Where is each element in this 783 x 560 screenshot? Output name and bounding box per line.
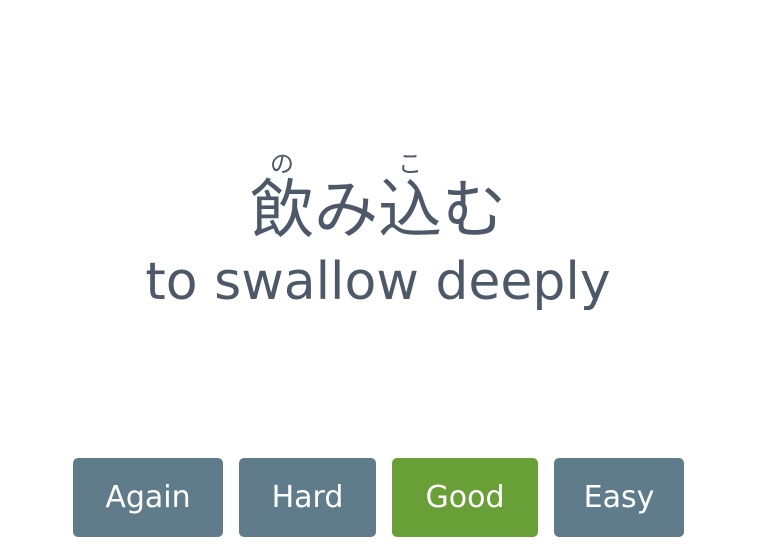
card-term: 飲のみ込こむ bbox=[0, 150, 756, 247]
card-meaning: to swallow deeply bbox=[145, 252, 611, 312]
furigana-2: こ bbox=[378, 150, 442, 178]
furigana-1: の bbox=[250, 150, 314, 178]
easy-button[interactable]: Easy bbox=[554, 458, 684, 537]
again-button[interactable]: Again bbox=[73, 458, 223, 537]
good-button[interactable]: Good bbox=[392, 458, 538, 537]
hard-button[interactable]: Hard bbox=[239, 458, 376, 537]
term-kanji-1: 飲 bbox=[250, 174, 314, 248]
flashcard: 飲のみ込こむ to swallow deeply Again Hard Good… bbox=[0, 0, 783, 560]
term-segment-2: 込こ bbox=[378, 152, 442, 248]
term-kanji-2: 込 bbox=[378, 174, 442, 248]
term-segment-1: 飲の bbox=[250, 152, 314, 248]
answer-buttons: Again Hard Good Easy bbox=[0, 458, 783, 537]
term-kana-1: み bbox=[314, 174, 378, 248]
term-kana-2: む bbox=[442, 174, 506, 248]
